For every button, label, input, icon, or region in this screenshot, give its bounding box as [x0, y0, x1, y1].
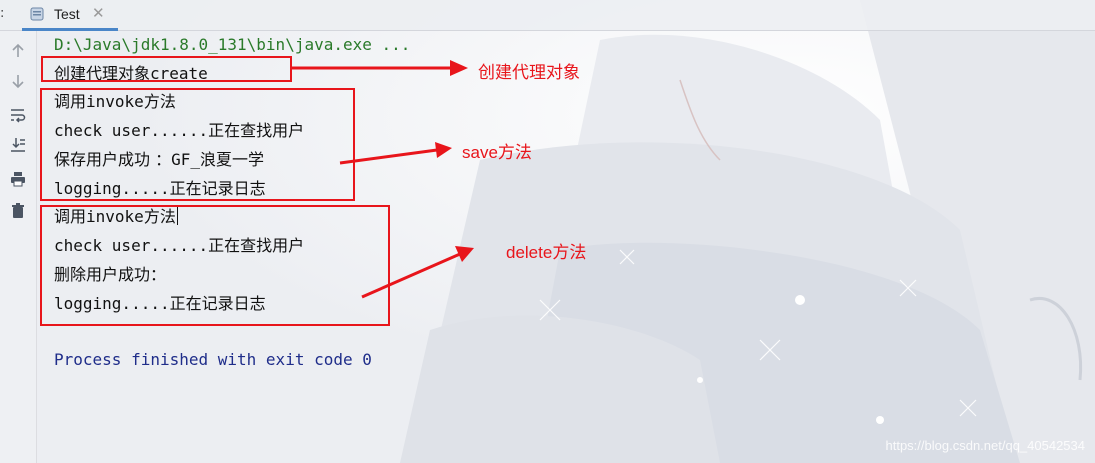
watermark: https://blog.csdn.net/qq_40542534 — [885, 438, 1086, 453]
delete-annotation-label: delete方法 — [506, 243, 587, 262]
save-annotation-label: save方法 — [462, 143, 532, 162]
run-window: : Test ✕ D:\Java\jdk1.8.0_131\bin\java.e… — [0, 0, 1095, 463]
create-annotation-label: 创建代理对象 — [478, 63, 580, 82]
save-arrow-icon — [339, 148, 438, 165]
delete-arrow-icon — [361, 252, 461, 299]
